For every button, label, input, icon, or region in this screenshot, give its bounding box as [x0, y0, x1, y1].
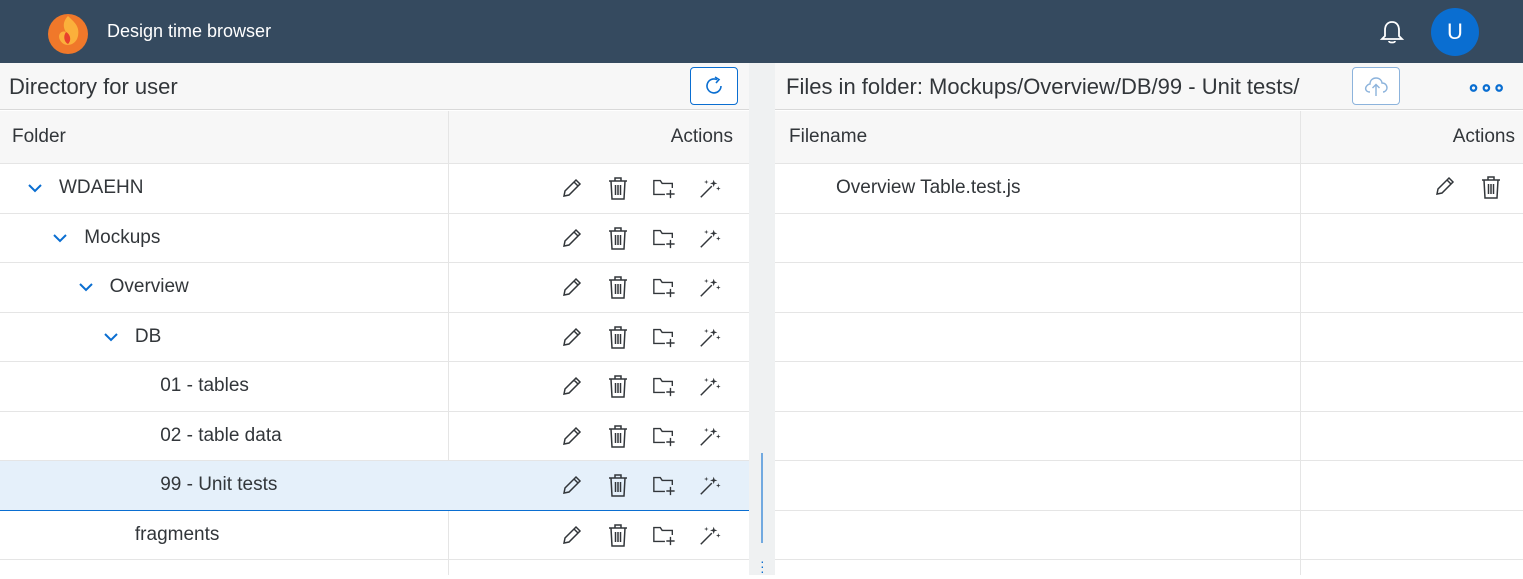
column-filename[interactable]: Filename: [789, 126, 867, 148]
file-row[interactable]: Overview Table.test.js: [775, 164, 1523, 214]
refresh-icon: [706, 76, 722, 94]
column-folder[interactable]: Folder: [12, 126, 66, 148]
folder-label[interactable]: WDAEHN: [59, 177, 143, 199]
folder-tree: WDAEHN Mockups Overview DB 01 - tables 02 - t…: [0, 164, 749, 560]
empty-row: [775, 214, 1523, 263]
folder-label[interactable]: 99 - Unit tests: [160, 474, 277, 496]
empty-row: [775, 313, 1523, 362]
magic-wand-icon[interactable]: [698, 273, 722, 301]
file-table-header: Filename Actions: [775, 111, 1523, 164]
folder-row-actions: [560, 174, 722, 202]
folder-label[interactable]: 01 - tables: [160, 375, 249, 397]
folder-row[interactable]: fragments: [0, 511, 749, 560]
edit-icon[interactable]: [560, 174, 584, 202]
delete-icon[interactable]: [1479, 174, 1503, 205]
edit-icon[interactable]: [560, 521, 584, 549]
column-actions[interactable]: Actions: [671, 126, 733, 148]
folder-row-actions: [560, 422, 722, 450]
delete-icon[interactable]: [606, 224, 630, 252]
shell-bar: Design time browser U: [0, 0, 1523, 63]
new-folder-icon[interactable]: [652, 422, 676, 450]
upload-button[interactable]: [1352, 67, 1400, 105]
file-row-actions: [1433, 174, 1503, 205]
edit-icon[interactable]: [560, 273, 584, 301]
folder-label[interactable]: Mockups: [84, 227, 160, 249]
magic-wand-icon[interactable]: [698, 471, 722, 499]
folder-label[interactable]: fragments: [135, 524, 219, 546]
user-avatar[interactable]: U: [1431, 8, 1479, 56]
delete-icon[interactable]: [606, 273, 630, 301]
delete-icon[interactable]: [606, 422, 630, 450]
folder-table-header: Folder Actions: [0, 111, 749, 164]
folder-label[interactable]: Overview: [110, 276, 189, 298]
refresh-button[interactable]: [690, 67, 738, 105]
folder-row-actions: [560, 471, 722, 499]
directory-panel-header: Directory for user: [0, 63, 749, 110]
folder-row[interactable]: Overview: [0, 263, 749, 313]
edit-icon[interactable]: [560, 224, 584, 252]
magic-wand-icon[interactable]: [698, 422, 722, 450]
folder-row-actions: [560, 323, 722, 351]
chevron-down-icon[interactable]: [77, 278, 95, 296]
folder-row[interactable]: 99 - Unit tests: [0, 461, 749, 511]
app-title: Design time browser: [107, 21, 272, 41]
empty-row: [775, 511, 1523, 560]
folder-row-actions: [560, 273, 722, 301]
panel-splitter[interactable]: · · ·: [749, 63, 775, 578]
magic-wand-icon[interactable]: [698, 521, 722, 549]
edit-icon[interactable]: [560, 422, 584, 450]
edit-icon[interactable]: [560, 471, 584, 499]
new-folder-icon[interactable]: [652, 224, 676, 252]
folder-label[interactable]: DB: [135, 326, 161, 348]
folder-row-actions: [560, 224, 722, 252]
column-file-actions[interactable]: Actions: [1453, 126, 1515, 148]
empty-row: [775, 263, 1523, 313]
directory-panel-title: Directory for user: [9, 74, 178, 99]
new-folder-icon[interactable]: [652, 471, 676, 499]
chevron-down-icon[interactable]: [51, 229, 69, 247]
delete-icon[interactable]: [606, 521, 630, 549]
splitter-bar[interactable]: [761, 453, 763, 543]
file-link[interactable]: Overview Table.test.js: [836, 177, 1020, 199]
folder-row-actions: [560, 372, 722, 400]
edit-icon[interactable]: [560, 323, 584, 351]
edit-icon[interactable]: [560, 372, 584, 400]
magic-wand-icon[interactable]: [698, 174, 722, 202]
delete-icon[interactable]: [606, 372, 630, 400]
chevron-down-icon[interactable]: [26, 179, 44, 197]
file-table: Overview Table.test.js: [775, 164, 1523, 560]
new-folder-icon[interactable]: [652, 174, 676, 202]
new-folder-icon[interactable]: [652, 323, 676, 351]
folder-row[interactable]: WDAEHN: [0, 164, 749, 214]
new-folder-icon[interactable]: [652, 273, 676, 301]
edit-icon[interactable]: [1433, 174, 1457, 205]
delete-icon[interactable]: [606, 174, 630, 202]
splitter-grip-icon[interactable]: · · ·: [760, 554, 765, 578]
chevron-down-icon[interactable]: [102, 328, 120, 346]
folder-row[interactable]: 01 - tables: [0, 362, 749, 412]
folder-row[interactable]: Mockups: [0, 214, 749, 263]
app-logo-icon[interactable]: [44, 8, 92, 56]
delete-icon[interactable]: [606, 323, 630, 351]
files-panel-header: Files in folder: Mockups/Overview/DB/99 …: [775, 63, 1523, 110]
empty-row: [775, 362, 1523, 412]
magic-wand-icon[interactable]: [698, 372, 722, 400]
files-panel-title: Files in folder: Mockups/Overview/DB/99 …: [786, 74, 1300, 99]
bell-icon[interactable]: [1378, 18, 1406, 46]
magic-wand-icon[interactable]: [698, 323, 722, 351]
delete-icon[interactable]: [606, 471, 630, 499]
folder-row[interactable]: 02 - table data: [0, 412, 749, 461]
more-options-icon[interactable]: ∘∘∘: [1467, 75, 1506, 101]
folder-row-actions: [560, 521, 722, 549]
files-panel: Files in folder: Mockups/Overview/DB/99 …: [775, 63, 1523, 575]
empty-row: [775, 461, 1523, 511]
cloud-upload-icon: [1364, 77, 1388, 96]
folder-row[interactable]: DB: [0, 313, 749, 362]
magic-wand-icon[interactable]: [698, 224, 722, 252]
directory-panel: Directory for user Folder Actions WDAEHN…: [0, 63, 749, 575]
folder-label[interactable]: 02 - table data: [160, 425, 281, 447]
empty-row: [775, 412, 1523, 461]
new-folder-icon[interactable]: [652, 372, 676, 400]
new-folder-icon[interactable]: [652, 521, 676, 549]
